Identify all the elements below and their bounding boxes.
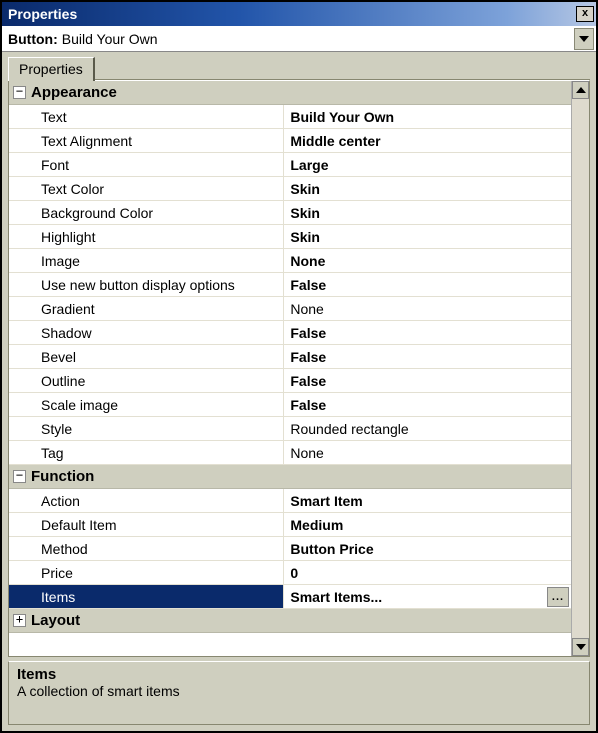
property-value[interactable]: Smart Item: [284, 489, 571, 512]
scroll-up-button[interactable]: [572, 81, 589, 99]
property-row[interactable]: Background ColorSkin: [9, 201, 571, 225]
description-title: Items: [17, 666, 581, 683]
property-row[interactable]: Scale imageFalse: [9, 393, 571, 417]
tabstrip: Properties: [8, 54, 590, 80]
property-row[interactable]: FontLarge: [9, 153, 571, 177]
scroll-track[interactable]: [572, 99, 589, 638]
property-row[interactable]: Text ColorSkin: [9, 177, 571, 201]
property-row[interactable]: BevelFalse: [9, 345, 571, 369]
property-name: Tag: [9, 441, 284, 464]
property-name: Items: [9, 585, 284, 608]
property-grid: −AppearanceTextBuild Your OwnText Alignm…: [9, 81, 571, 656]
property-value[interactable]: Medium: [284, 513, 571, 536]
property-value[interactable]: False: [284, 273, 571, 296]
property-name: Text: [9, 105, 284, 128]
property-name: Bevel: [9, 345, 284, 368]
arrow-down-icon: [576, 644, 586, 650]
property-row[interactable]: ActionSmart Item: [9, 489, 571, 513]
collapse-icon[interactable]: −: [13, 86, 26, 99]
property-name: Font: [9, 153, 284, 176]
property-row[interactable]: Text AlignmentMiddle center: [9, 129, 571, 153]
property-value[interactable]: Button Price: [284, 537, 571, 560]
property-row[interactable]: MethodButton Price: [9, 537, 571, 561]
chevron-down-icon: [579, 36, 589, 42]
category-header[interactable]: −Function: [9, 465, 571, 489]
property-value[interactable]: 0: [284, 561, 571, 584]
property-row[interactable]: Use new button display optionsFalse: [9, 273, 571, 297]
property-name: Gradient: [9, 297, 284, 320]
property-value[interactable]: False: [284, 369, 571, 392]
property-name: Style: [9, 417, 284, 440]
property-value[interactable]: None: [284, 441, 571, 464]
property-value[interactable]: False: [284, 345, 571, 368]
property-name: Shadow: [9, 321, 284, 344]
property-row[interactable]: OutlineFalse: [9, 369, 571, 393]
vertical-scrollbar[interactable]: [571, 81, 589, 656]
property-row[interactable]: GradientNone: [9, 297, 571, 321]
property-row[interactable]: TextBuild Your Own: [9, 105, 571, 129]
property-row[interactable]: ImageNone: [9, 249, 571, 273]
category-header[interactable]: −Appearance: [9, 81, 571, 105]
object-selector-value: Build Your Own: [62, 31, 158, 47]
property-value[interactable]: Skin: [284, 177, 571, 200]
property-value[interactable]: False: [284, 321, 571, 344]
property-name: Background Color: [9, 201, 284, 224]
property-name: Default Item: [9, 513, 284, 536]
property-value[interactable]: None: [284, 297, 571, 320]
description-panel: Items A collection of smart items: [8, 661, 590, 725]
property-row[interactable]: ShadowFalse: [9, 321, 571, 345]
property-name: Outline: [9, 369, 284, 392]
description-text: A collection of smart items: [17, 683, 581, 699]
close-button[interactable]: x: [576, 6, 594, 22]
property-name: Method: [9, 537, 284, 560]
property-name: Highlight: [9, 225, 284, 248]
properties-window: Properties x Button: Build Your Own Prop…: [0, 0, 598, 733]
property-value[interactable]: Smart Items......: [284, 585, 571, 608]
scroll-down-button[interactable]: [572, 638, 589, 656]
property-value[interactable]: False: [284, 393, 571, 416]
property-value[interactable]: Middle center: [284, 129, 571, 152]
property-value[interactable]: Skin: [284, 225, 571, 248]
object-selector-dropdown[interactable]: [574, 28, 594, 50]
window-title: Properties: [8, 6, 77, 22]
category-name: Function: [31, 468, 94, 485]
property-value[interactable]: Large: [284, 153, 571, 176]
object-selector[interactable]: Button: Build Your Own: [2, 26, 596, 52]
property-row[interactable]: HighlightSkin: [9, 225, 571, 249]
property-value[interactable]: Build Your Own: [284, 105, 571, 128]
property-name: Text Color: [9, 177, 284, 200]
titlebar: Properties x: [2, 2, 596, 26]
property-value[interactable]: None: [284, 249, 571, 272]
property-row[interactable]: TagNone: [9, 441, 571, 465]
collapse-icon[interactable]: −: [13, 470, 26, 483]
property-name: Action: [9, 489, 284, 512]
category-header[interactable]: + Layout: [9, 609, 571, 633]
tab-properties[interactable]: Properties: [8, 57, 95, 81]
property-name: Scale image: [9, 393, 284, 416]
category-name: Appearance: [31, 84, 117, 101]
category-name: Layout: [31, 612, 80, 629]
object-selector-label: Button:: [8, 31, 58, 47]
property-name: Use new button display options: [9, 273, 284, 296]
property-row[interactable]: ItemsSmart Items......: [9, 585, 571, 609]
property-row[interactable]: Price0: [9, 561, 571, 585]
body-area: Properties −AppearanceTextBuild Your Own…: [2, 52, 596, 731]
property-grid-container: −AppearanceTextBuild Your OwnText Alignm…: [8, 80, 590, 657]
browse-button[interactable]: ...: [547, 587, 569, 607]
property-name: Text Alignment: [9, 129, 284, 152]
property-name: Image: [9, 249, 284, 272]
property-value[interactable]: Rounded rectangle: [284, 417, 571, 440]
arrow-up-icon: [576, 87, 586, 93]
property-value[interactable]: Skin: [284, 201, 571, 224]
expand-icon[interactable]: +: [13, 614, 26, 627]
property-name: Price: [9, 561, 284, 584]
property-row[interactable]: StyleRounded rectangle: [9, 417, 571, 441]
property-row[interactable]: Default ItemMedium: [9, 513, 571, 537]
